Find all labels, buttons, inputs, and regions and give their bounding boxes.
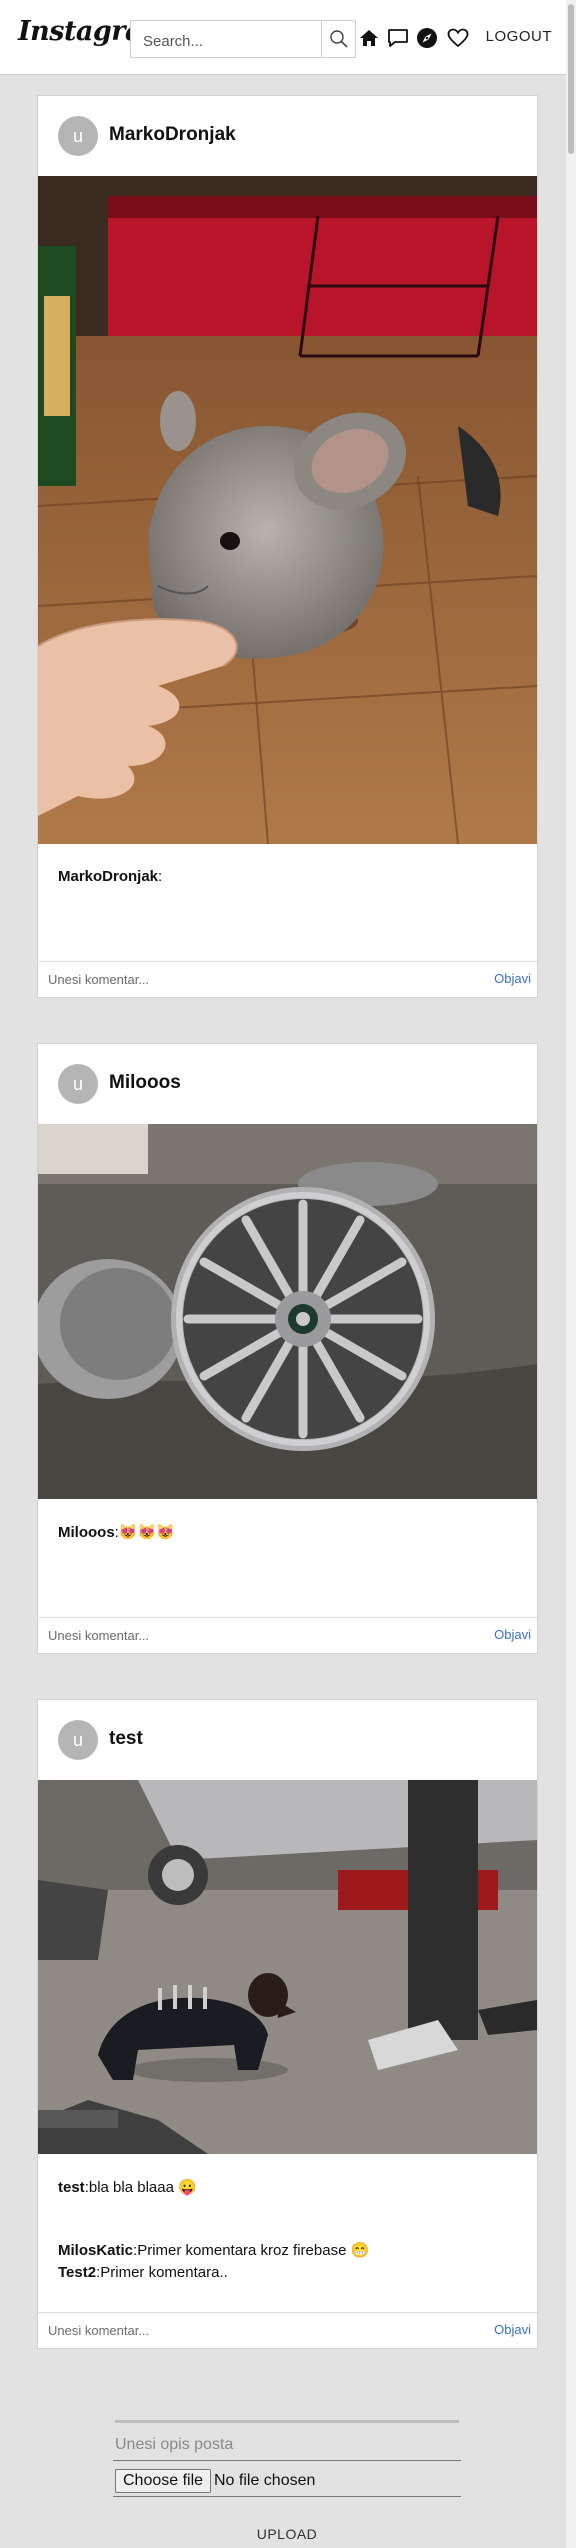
home-icon[interactable]	[357, 26, 381, 50]
scrollbar-thumb[interactable]	[568, 4, 574, 154]
post-header: u MarkoDronjak	[38, 96, 537, 176]
file-picker: Choose file No file chosen	[113, 2465, 461, 2497]
upload-form: Choose file No file chosen UPLOAD	[113, 2420, 461, 2542]
post-caption-area: Milooos:😻😻😻	[38, 1499, 537, 1541]
heart-icon[interactable]	[446, 26, 470, 50]
comment-form: Objavi	[38, 2312, 537, 2348]
post-caption-area: MarkoDronjak:	[38, 844, 537, 885]
post-image	[38, 176, 537, 844]
caption-username[interactable]: test	[58, 2179, 85, 2196]
avatar[interactable]: u	[58, 1064, 98, 1104]
comment-text: Primer komentara..	[100, 2264, 228, 2281]
caption-text: 😻😻😻	[118, 1524, 175, 1541]
comment-form: Objavi	[38, 1617, 537, 1653]
comment-item: Test2:Primer komentara..	[58, 2264, 228, 2281]
post-comment-button[interactable]: Objavi	[494, 2322, 531, 2337]
post-card: u Milooos Milooos:😻😻😻 Unesi komentar... …	[37, 1043, 538, 1654]
post-image	[38, 1780, 537, 2154]
message-icon[interactable]	[386, 26, 410, 50]
comment-input[interactable]	[38, 962, 458, 996]
post-comment-button[interactable]: Objavi	[494, 971, 531, 986]
search-button[interactable]	[321, 21, 355, 57]
scrollbar[interactable]	[566, 0, 576, 2548]
post-username[interactable]: test	[109, 1728, 143, 1750]
comment-text: Primer komentara kroz firebase 😁	[137, 2242, 370, 2259]
comment-item: MilosKatic:Primer komentara kroz firebas…	[58, 2242, 370, 2259]
top-navbar: Instagram LOGOUT	[0, 0, 576, 75]
search-input[interactable]	[131, 21, 321, 57]
comment-form: Objavi	[38, 961, 537, 997]
post-caption-area: test:bla bla blaaa 😛 MilosKatic:Primer k…	[38, 2154, 537, 2284]
divider	[115, 2420, 459, 2423]
caption-username[interactable]: MarkoDronjak	[58, 868, 158, 885]
post-header: u test	[38, 1700, 537, 1780]
post-comment-button[interactable]: Objavi	[494, 1627, 531, 1642]
avatar[interactable]: u	[58, 116, 98, 156]
post-image	[38, 1124, 537, 1499]
post-header: u Milooos	[38, 1044, 537, 1124]
compass-icon[interactable]	[415, 26, 439, 50]
comment-username[interactable]: Test2	[58, 2264, 96, 2281]
post-caption: Milooos:😻😻😻	[58, 1524, 175, 1541]
avatar[interactable]: u	[58, 1720, 98, 1760]
logout-button[interactable]: LOGOUT	[486, 28, 552, 45]
post-description-input[interactable]	[113, 2429, 461, 2461]
comments-list: MilosKatic:Primer komentara kroz firebas…	[58, 2240, 517, 2284]
comment-username[interactable]: MilosKatic	[58, 2242, 133, 2259]
post-caption: MarkoDronjak:	[58, 868, 163, 885]
comment-input[interactable]	[38, 1618, 458, 1652]
search-box	[130, 20, 356, 58]
post-username[interactable]: Milooos	[109, 1072, 181, 1094]
caption-username[interactable]: Milooos	[58, 1524, 115, 1541]
post-caption: test:bla bla blaaa 😛	[58, 2179, 197, 2196]
file-status-text: No file chosen	[214, 2472, 316, 2489]
upload-button[interactable]: UPLOAD	[113, 2526, 461, 2542]
post-card: u test test:bla bla blaaa 😛 MilosKatic:P…	[37, 1699, 538, 2349]
caption-text: bla bla blaaa 😛	[88, 2179, 197, 2196]
search-icon	[329, 30, 348, 48]
comment-input[interactable]	[38, 2313, 458, 2347]
choose-file-button[interactable]: Choose file	[115, 2469, 212, 2493]
post-username[interactable]: MarkoDronjak	[109, 124, 236, 146]
post-card: u MarkoDronjak MarkoDronjak: Unesi komen…	[37, 95, 538, 998]
